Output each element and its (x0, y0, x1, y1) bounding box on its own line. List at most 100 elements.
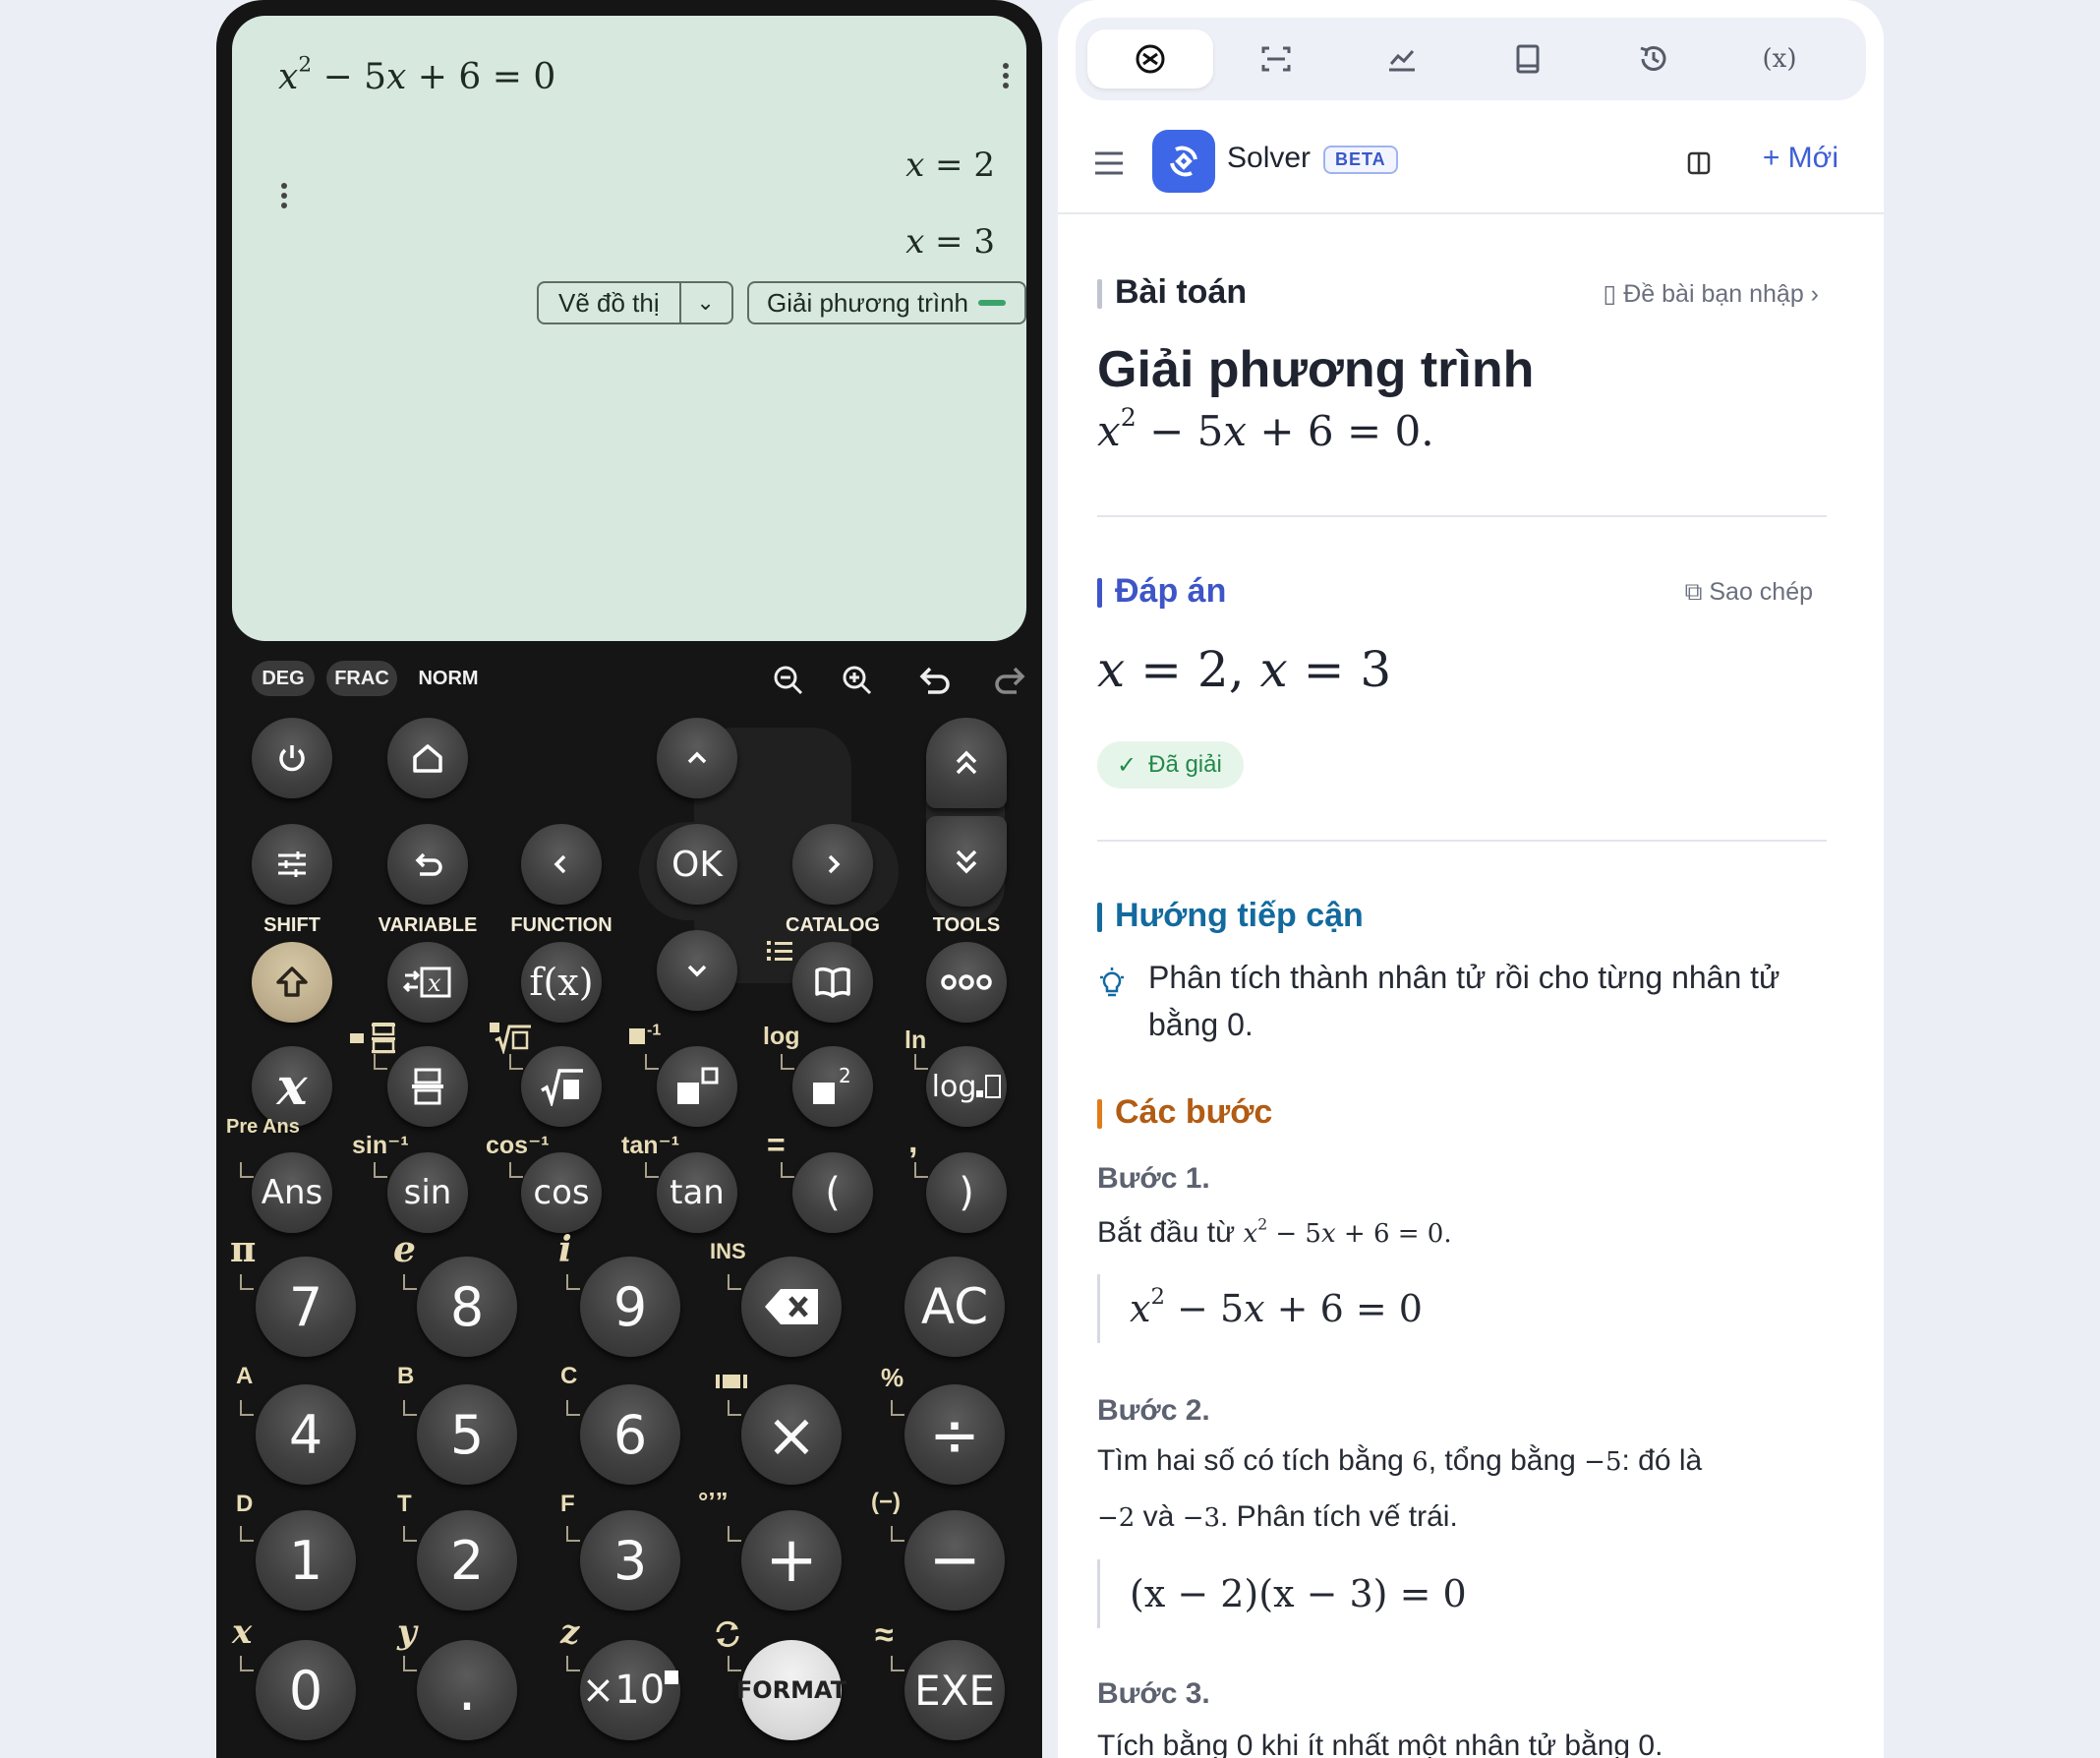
approach-text: Phân tích thành nhân tử rồi cho từng nhâ… (1148, 960, 1780, 1042)
tab-variables[interactable]: (x) (1717, 29, 1842, 88)
input-statement-link[interactable]: ▯ Đề bài bạn nhập › (1604, 279, 1819, 309)
frac-badge[interactable]: FRAC (326, 661, 397, 696)
key-9[interactable]: 9 (580, 1257, 680, 1357)
format-button[interactable]: FORMAT (736, 1640, 846, 1740)
ac-button[interactable]: AC (904, 1257, 1005, 1357)
key-7[interactable]: 7 (256, 1257, 356, 1357)
tab-scan[interactable] (1213, 29, 1339, 88)
left-paren-button[interactable]: ( (792, 1152, 873, 1233)
approach-heading: Hướng tiếp cận (1097, 897, 1364, 935)
new-button[interactable]: + Mới (1763, 142, 1838, 175)
C-label: C (560, 1363, 578, 1389)
cos-button[interactable]: cos (521, 1152, 602, 1233)
back-button[interactable] (387, 824, 468, 905)
right-arrow-button[interactable] (792, 824, 873, 905)
sin-button[interactable]: sin (387, 1152, 468, 1233)
sidebar-toggle-icon[interactable] (1685, 149, 1713, 177)
solve-equation-button[interactable]: Giải phương trình (747, 281, 1026, 324)
key-1[interactable]: 1 (256, 1510, 356, 1611)
ok-button[interactable]: OK (657, 824, 737, 905)
plus-button[interactable]: + (741, 1510, 842, 1611)
tools-label: TOOLS (932, 914, 1001, 936)
tab-graph[interactable] (1339, 29, 1465, 88)
key-6[interactable]: 6 (580, 1384, 680, 1485)
key-3[interactable]: 3 (580, 1510, 680, 1611)
redo-icon[interactable] (991, 661, 1030, 700)
times-ten-power-button[interactable]: ×10 (580, 1640, 680, 1740)
zoom-in-icon[interactable] (838, 661, 877, 700)
page-down-button[interactable] (926, 816, 1007, 907)
page-up-button[interactable] (926, 718, 1007, 808)
problem-title: Giải phương trình (1097, 341, 1535, 398)
undo-icon[interactable] (914, 661, 954, 700)
tools-button[interactable] (926, 942, 1007, 1023)
B-label: B (397, 1363, 415, 1389)
menu-icon[interactable] (1093, 149, 1125, 177)
lightbulb-icon (1100, 967, 1124, 997)
key-0[interactable]: 0 (256, 1640, 356, 1740)
tab-notebook[interactable] (1465, 29, 1591, 88)
beta-badge: BETA (1323, 146, 1398, 174)
down-arrow-button[interactable] (657, 930, 737, 1011)
divide-button[interactable]: ÷ (904, 1384, 1005, 1485)
tab-history[interactable] (1591, 29, 1717, 88)
solver-icon (1136, 44, 1165, 74)
catalog-button[interactable] (792, 942, 873, 1023)
solver-header: Solver BETA + Mới (1058, 110, 1884, 214)
key-8[interactable]: 8 (417, 1257, 517, 1357)
graph-button[interactable]: Vẽ đồ thị (539, 288, 679, 319)
x-label: x (232, 1612, 253, 1652)
key-2[interactable]: 2 (417, 1510, 517, 1611)
multiply-button[interactable]: × (741, 1384, 842, 1485)
approx-label: ≈ (875, 1616, 894, 1654)
ans-button[interactable]: Ans (252, 1152, 332, 1233)
up-arrow-button[interactable] (657, 718, 737, 798)
step-3-text: Tích bằng 0 khi ít nhất một nhân tử bằng… (1097, 1729, 1663, 1758)
chevron-down-icon[interactable]: ⌄ (681, 290, 730, 316)
backspace-button[interactable] (741, 1257, 842, 1357)
solver-logo (1152, 130, 1215, 193)
key-4[interactable]: 4 (256, 1384, 356, 1485)
answer-heading: Đáp án (1097, 572, 1226, 611)
home-button[interactable] (387, 718, 468, 798)
y-label: y (397, 1612, 417, 1652)
power-button[interactable] (657, 1046, 737, 1127)
input-equation[interactable]: x2 − 5x + 6 = 0 (278, 54, 555, 97)
tan-button[interactable]: tan (657, 1152, 737, 1233)
result-menu-icon[interactable] (281, 179, 287, 212)
square-button[interactable]: 2 (792, 1046, 873, 1127)
step-1-title: Bước 1. (1097, 1162, 1210, 1195)
copy-button[interactable]: ⧉ Sao chép (1685, 578, 1813, 607)
app-title: Solver (1227, 142, 1312, 174)
zoom-out-icon[interactable] (769, 661, 808, 700)
square-root-button[interactable] (521, 1046, 602, 1127)
function-button[interactable]: f(x) (521, 942, 602, 1023)
scan-icon (1261, 46, 1291, 72)
decimal-point-button[interactable]: . (417, 1640, 517, 1740)
expression-menu-icon[interactable] (1003, 59, 1009, 92)
exe-button[interactable]: EXE (904, 1640, 1005, 1740)
graph-dropdown[interactable]: Vẽ đồ thị ⌄ (537, 281, 733, 324)
catalog-label: CATALOG (786, 914, 880, 936)
variable-button[interactable]: x (387, 942, 468, 1023)
power-button[interactable] (252, 718, 332, 798)
deg-badge[interactable]: DEG (252, 661, 315, 696)
log-base-button[interactable]: log (926, 1046, 1007, 1127)
svg-text:2: 2 (839, 1065, 851, 1087)
chevron-right-icon: › (1803, 280, 1819, 308)
key-5[interactable]: 5 (417, 1384, 517, 1485)
copy-icon: ⧉ (1684, 578, 1710, 606)
right-paren-button[interactable]: ) (926, 1152, 1007, 1233)
D-label: D (236, 1491, 254, 1517)
settings-button[interactable] (252, 824, 332, 905)
x-variable-button[interactable]: x (252, 1046, 332, 1127)
fraction-button[interactable] (387, 1046, 468, 1127)
shift-button[interactable] (252, 942, 332, 1023)
minus-button[interactable]: − (904, 1510, 1005, 1611)
svg-text:x: x (428, 969, 441, 997)
history-icon (1640, 46, 1666, 71)
left-arrow-button[interactable] (521, 824, 602, 905)
document-icon: ▯ (1603, 280, 1624, 308)
tab-solver[interactable] (1087, 29, 1213, 88)
norm-badge[interactable]: NORM (409, 661, 488, 696)
